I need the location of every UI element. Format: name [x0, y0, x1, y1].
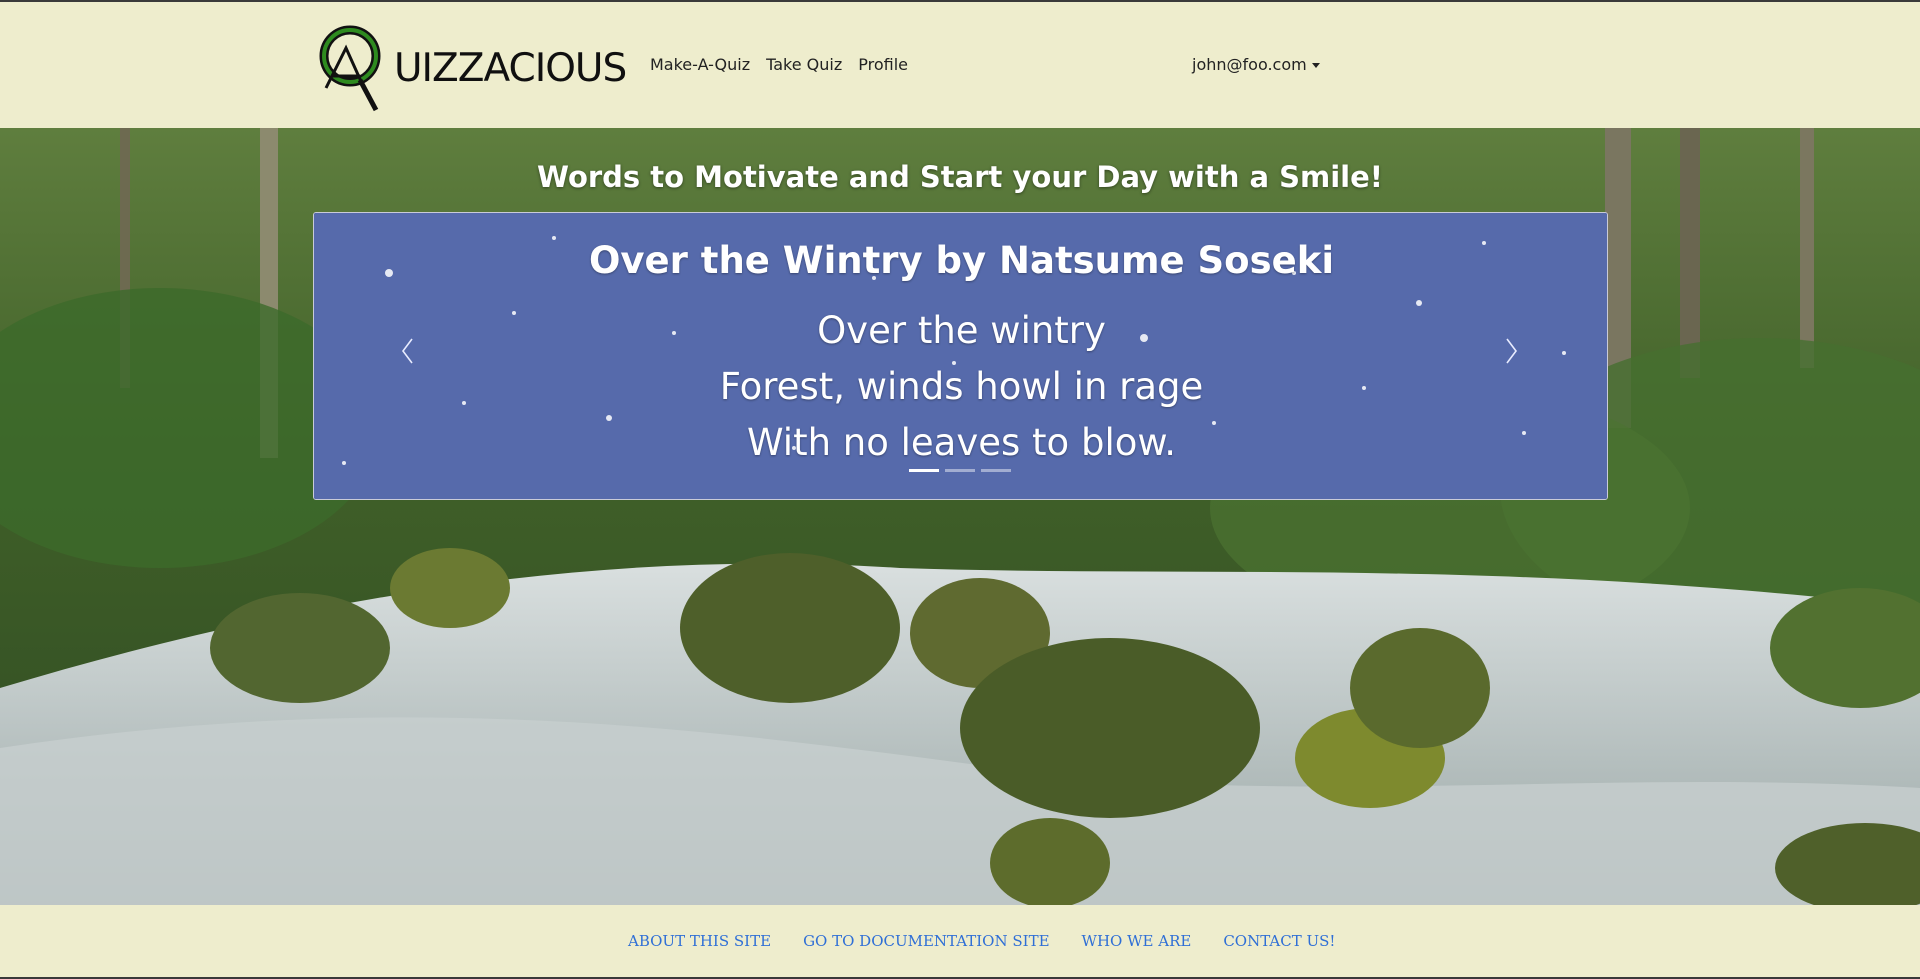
hero-section: Words to Motivate and Start your Day wit…	[0, 128, 1920, 905]
brand-logo-link[interactable]: UIZZACIOUS	[316, 18, 627, 114]
carousel-prev-button[interactable]	[392, 331, 422, 371]
quizzacious-logo-icon	[319, 25, 381, 112]
nav-take-quiz[interactable]: Take Quiz	[766, 55, 842, 74]
caret-down-icon	[1311, 62, 1320, 68]
footer: ABOUT THIS SITE GO TO DOCUMENTATION SITE…	[0, 905, 1920, 977]
quote-carousel: Over the Wintry by Natsume Soseki Over t…	[313, 212, 1608, 500]
footer-about-link[interactable]: ABOUT THIS SITE	[628, 932, 771, 950]
carousel-indicator[interactable]	[945, 469, 975, 472]
poem-line: Over the wintry	[817, 309, 1106, 352]
poem-line: With no leaves to blow.	[747, 421, 1176, 464]
footer-documentation-link[interactable]: GO TO DOCUMENTATION SITE	[803, 932, 1049, 950]
user-dropdown[interactable]: john@foo.com	[1192, 55, 1320, 74]
chevron-left-icon	[402, 338, 413, 364]
brand-name: UIZZACIOUS	[394, 45, 627, 91]
slide-poem: Over the wintry Forest, winds howl in ra…	[314, 303, 1607, 471]
nav-profile[interactable]: Profile	[858, 55, 908, 74]
carousel-indicators	[909, 469, 1011, 472]
carousel-indicator[interactable]	[981, 469, 1011, 472]
footer-who-we-are-link[interactable]: WHO WE ARE	[1082, 932, 1192, 950]
navbar: UIZZACIOUS Make-A-Quiz Take Quiz Profile…	[0, 2, 1920, 128]
user-email: john@foo.com	[1192, 55, 1307, 74]
hero-heading: Words to Motivate and Start your Day wit…	[536, 160, 1383, 194]
carousel-next-button[interactable]	[1497, 331, 1527, 371]
nav-make-a-quiz[interactable]: Make-A-Quiz	[650, 55, 750, 74]
chevron-right-icon	[1506, 338, 1517, 364]
footer-contact-link[interactable]: CONTACT US!	[1223, 932, 1335, 950]
poem-line: Forest, winds howl in rage	[719, 365, 1204, 408]
footer-links: ABOUT THIS SITE GO TO DOCUMENTATION SITE…	[628, 932, 1367, 950]
slide-title: Over the Wintry by Natsume Soseki	[588, 239, 1335, 282]
main-nav: Make-A-Quiz Take Quiz Profile	[650, 55, 924, 74]
carousel-indicator[interactable]	[909, 469, 939, 472]
